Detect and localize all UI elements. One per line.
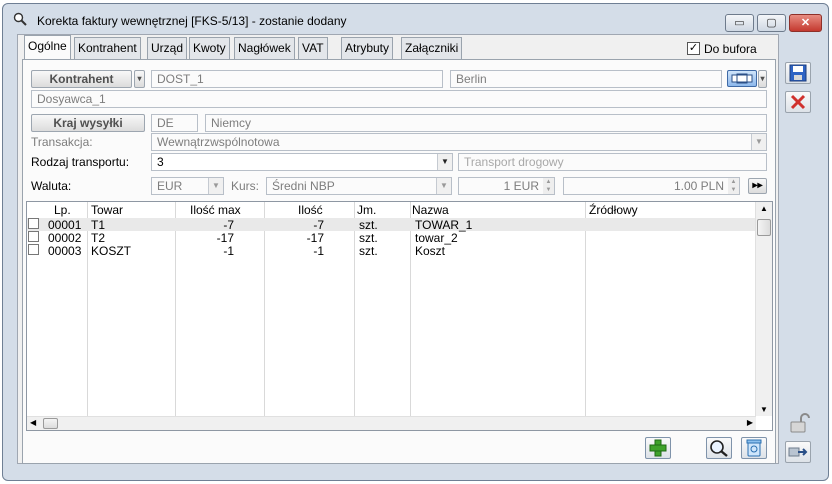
kraj-name-field[interactable]: Niemcy [205, 114, 767, 132]
chevron-down-icon: ▼ [437, 154, 452, 170]
cancel-button[interactable] [785, 91, 811, 113]
table-row[interactable]: 00001 T1 -7 -7 szt. TOWAR_1 [27, 218, 755, 232]
lock-icon[interactable] [787, 413, 811, 433]
save-button[interactable] [785, 62, 811, 84]
tab-kwoty[interactable]: Kwoty [189, 37, 230, 59]
tab-ogolne[interactable]: Ogólne [24, 35, 71, 60]
scroll-thumb[interactable] [43, 418, 58, 429]
chevron-down-icon: ▼ [436, 178, 451, 194]
transport-description-field: Transport drogowy [458, 153, 767, 171]
amount-foreign-field[interactable]: 1 EUR ▲ ▼ [458, 177, 555, 195]
recycle-bin-icon [746, 439, 762, 457]
kontrahent-menu-button[interactable]: ▾ [134, 70, 145, 88]
address-menu-button[interactable]: ▾ [758, 70, 767, 88]
chevron-down-icon: ▾ [760, 74, 765, 83]
magnifier-icon [710, 440, 728, 457]
waluta-label: Waluta: [31, 179, 72, 193]
export-icon [788, 447, 808, 457]
scroll-down-icon[interactable]: ▼ [760, 405, 768, 414]
floppy-disk-icon [789, 64, 807, 82]
table-row[interactable]: 00003 KOSZT -1 -1 szt. Koszt [27, 244, 755, 258]
kontrahent-code-field[interactable]: DOST_1 [151, 70, 443, 88]
chevron-down-icon: ▼ [751, 134, 766, 150]
tab-atrybuty[interactable]: Atrybuty [341, 37, 394, 59]
search-icon [13, 12, 27, 26]
spinner-icon[interactable]: ▲ ▼ [728, 178, 739, 194]
address-book-icon[interactable] [727, 70, 757, 87]
scroll-left-icon[interactable]: ◀ [30, 418, 36, 427]
column-header-towar[interactable]: Towar [91, 203, 123, 217]
next-button[interactable]: ▸▸ [748, 178, 767, 194]
horizontal-scrollbar[interactable]: ◀ ▶ [27, 416, 756, 430]
view-item-button[interactable] [706, 437, 732, 459]
scroll-up-icon[interactable]: ▲ [760, 204, 768, 213]
kurs-label: Kurs: [231, 179, 260, 193]
row-checkbox[interactable] [28, 218, 39, 229]
do-bufora-checkbox[interactable]: ✓ [687, 42, 700, 55]
do-bufora-label: Do bufora [704, 42, 757, 56]
column-header-ilosc-max[interactable]: Ilość max [190, 203, 241, 217]
tab-kontrahent[interactable]: Kontrahent [74, 37, 141, 59]
table-row[interactable]: 00002 T2 -17 -17 szt. towar_2 [27, 231, 755, 245]
items-table: Lp. Towar Ilość max Ilość Jm. Nazwa Źród… [26, 201, 773, 431]
spinner-icon[interactable]: ▲ ▼ [543, 178, 554, 194]
column-header-lp[interactable]: Lp. [54, 203, 71, 217]
row-checkbox[interactable] [28, 244, 39, 255]
transakcja-select[interactable]: Wewnątrzwspólnotowa ▼ [151, 133, 767, 151]
kontrahent-button[interactable]: Kontrahent [31, 70, 132, 88]
add-item-button[interactable] [645, 437, 671, 459]
delete-item-button[interactable] [741, 437, 767, 459]
tab-urzad[interactable]: Urząd [147, 37, 188, 59]
row-checkbox[interactable] [28, 231, 39, 242]
vertical-scrollbar[interactable]: ▲ ▼ [755, 202, 772, 416]
scroll-right-icon[interactable]: ▶ [747, 418, 753, 427]
title-bar[interactable]: Korekta faktury wewnętrznej [FKS-5/13] -… [3, 4, 828, 37]
window-title: Korekta faktury wewnętrznej [FKS-5/13] -… [37, 14, 347, 28]
column-header-ilosc[interactable]: Ilość [298, 203, 323, 217]
chevron-down-icon: ▾ [137, 74, 142, 83]
amount-pln-field[interactable]: 1.00 PLN ▲ ▼ [563, 177, 740, 195]
export-button[interactable] [785, 441, 811, 463]
kurs-type-select[interactable]: Średni NBP ▼ [266, 177, 452, 195]
close-button[interactable]: ✕ [789, 14, 822, 32]
column-header-jm[interactable]: Jm. [357, 203, 376, 217]
kontrahent-name-field[interactable]: Dosyawca_1 [31, 90, 767, 108]
kraj-wysylki-button[interactable]: Kraj wysyłki [31, 114, 145, 132]
kontrahent-city-field[interactable]: Berlin [450, 70, 722, 88]
chevron-down-icon: ▼ [208, 178, 223, 194]
rodzaj-transportu-select[interactable]: 3 ▼ [151, 153, 453, 171]
maximize-button[interactable]: ▢ [757, 14, 786, 32]
close-icon [790, 94, 806, 110]
tab-zalaczniki[interactable]: Załączniki [401, 37, 463, 59]
column-header-zrodlowy[interactable]: Źródłowy [589, 203, 638, 217]
waluta-select[interactable]: EUR ▼ [151, 177, 224, 195]
plus-icon [649, 439, 667, 457]
minimize-button[interactable]: ▭ [725, 14, 754, 32]
kraj-code-field[interactable]: DE [151, 114, 198, 132]
tab-vat[interactable]: VAT [298, 37, 328, 59]
rodzaj-transportu-label: Rodzaj transportu: [31, 155, 130, 169]
column-header-nazwa[interactable]: Nazwa [412, 203, 449, 217]
transakcja-label: Transakcja: [31, 135, 93, 149]
tab-naglowek[interactable]: Nagłówek [234, 37, 295, 59]
scroll-thumb[interactable] [757, 219, 771, 236]
